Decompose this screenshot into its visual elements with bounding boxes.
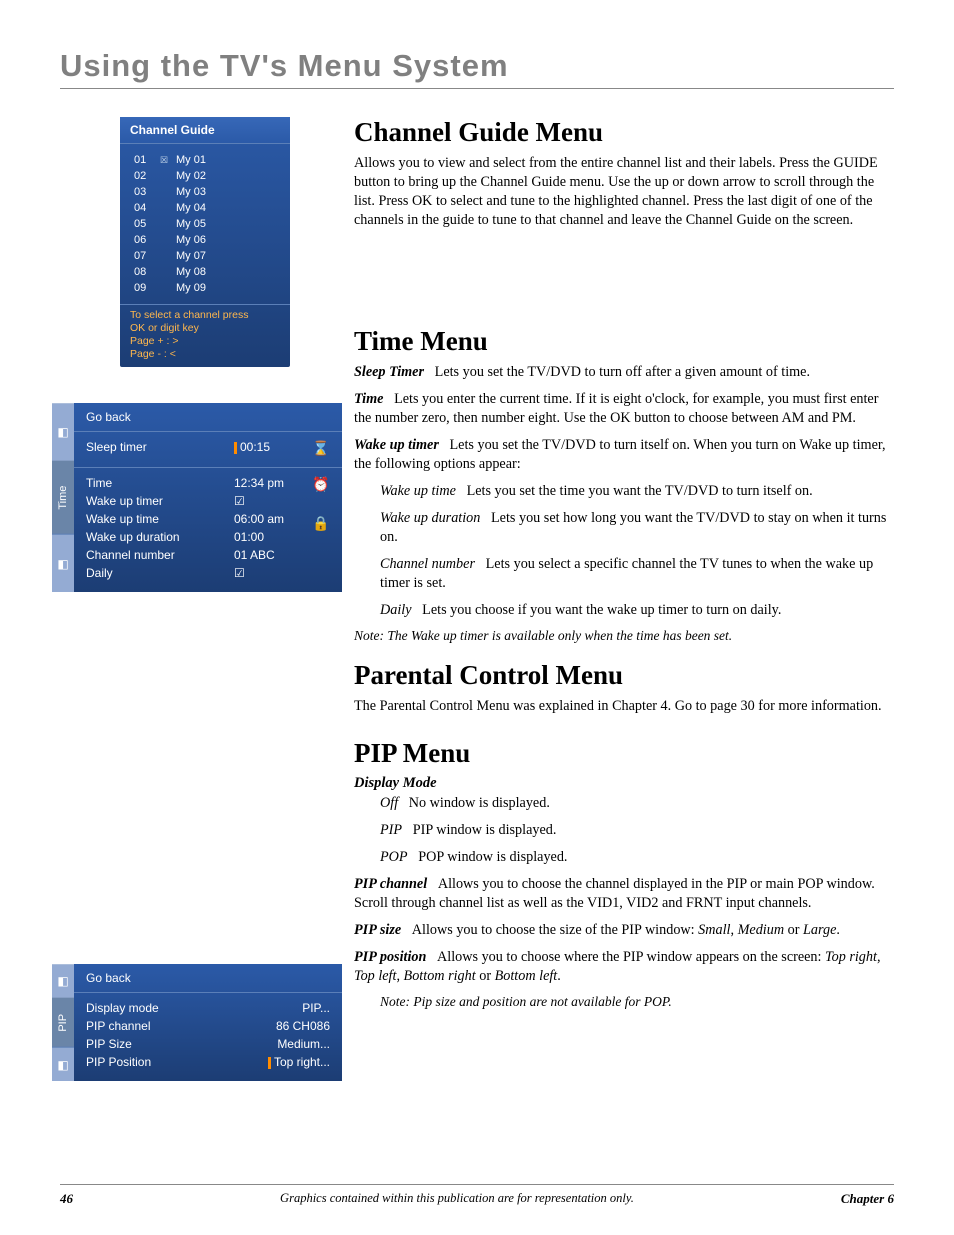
wudur-desc: Wake up duration Lets you set how long y…	[354, 509, 894, 547]
daily-desc: Daily Lets you choose if you want the wa…	[354, 601, 894, 620]
clock-icon: ⏰	[312, 476, 329, 493]
time-row-value: ☑	[234, 564, 302, 582]
go-back: Go back	[74, 403, 342, 432]
pipch-desc: PIP channel Allows you to choose the cha…	[354, 875, 894, 913]
time-row-value: ☑	[234, 492, 302, 510]
pippos-desc: PIP position Allows you to choose where …	[354, 948, 894, 986]
cg-title: Channel Guide	[120, 117, 290, 144]
cg-row: 09My 09	[120, 280, 290, 296]
cg-row: 08My 08	[120, 264, 290, 280]
time-row-label: Wake up time	[86, 510, 224, 528]
sleep-timer-label: Sleep timer	[86, 438, 224, 457]
pip-heading: PIP Menu	[354, 738, 894, 769]
page-footer: 46 Graphics contained within this public…	[60, 1184, 894, 1207]
tab-time: Time	[52, 461, 74, 535]
time-desc: Time Lets you enter the current time. If…	[354, 390, 894, 428]
pip-row-value: 86 CH086	[250, 1017, 330, 1035]
time-row-value: 12:34 pm	[234, 474, 302, 492]
tab-icon: ◧	[52, 1047, 74, 1081]
chapter-label: Chapter 6	[841, 1191, 894, 1207]
cg-row: 04My 04	[120, 200, 290, 216]
pip-note: Note: Pip size and position are not avai…	[354, 994, 894, 1010]
sleep-timer-value: 00:15	[234, 438, 302, 457]
time-row-label: Time	[86, 474, 224, 492]
channel-guide-heading: Channel Guide Menu	[354, 117, 894, 148]
time-row-value: 01 ABC	[234, 546, 302, 564]
time-row-label: Wake up timer	[86, 492, 224, 510]
cg-row: 02My 02	[120, 168, 290, 184]
cg-row: 07My 07	[120, 248, 290, 264]
time-menu-heading: Time Menu	[354, 326, 894, 357]
pip-row-label: PIP channel	[86, 1017, 240, 1035]
tab-icon: ◧	[52, 534, 74, 592]
cg-row: 05My 05	[120, 216, 290, 232]
cg-row: 01☒My 01	[120, 152, 290, 168]
wutime-desc: Wake up time Lets you set the time you w…	[354, 482, 894, 501]
parental-body: The Parental Control Menu was explained …	[354, 697, 894, 716]
tab-icon: ◧	[52, 964, 74, 998]
lock-icon: 🔒	[312, 515, 329, 532]
pip-row-label: Display mode	[86, 999, 240, 1017]
time-row-value: 01:00	[234, 528, 302, 546]
pop-desc: POP POP window is displayed.	[354, 848, 894, 867]
off-desc: Off No window is displayed.	[354, 794, 894, 813]
display-mode-label: Display Mode	[354, 775, 894, 792]
cg-row: 03My 03	[120, 184, 290, 200]
time-row-label: Daily	[86, 564, 224, 582]
divider	[60, 88, 894, 89]
pipsize-desc: PIP size Allows you to choose the size o…	[354, 921, 894, 940]
pip-row-label: PIP Size	[86, 1035, 240, 1053]
chapter-title: Using the TV's Menu System	[60, 48, 894, 84]
cg-hint: To select a channel press OK or digit ke…	[120, 304, 290, 367]
time-row-label: Channel number	[86, 546, 224, 564]
hourglass-icon: ⌛	[312, 440, 329, 457]
tab-pip: PIP	[52, 998, 74, 1048]
tab-icon: ◧	[52, 403, 74, 461]
time-row-label: Wake up duration	[86, 528, 224, 546]
pip-desc: PIP PIP window is displayed.	[354, 821, 894, 840]
wut-desc: Wake up timer Lets you set the TV/DVD to…	[354, 436, 894, 474]
time-menu-screenshot: ◧ Time ◧ Go back Sleep timer 00:15 ⌛ Tim…	[52, 403, 342, 592]
time-row-value: 06:00 am	[234, 510, 302, 528]
cg-row: 06My 06	[120, 232, 290, 248]
pip-row-value: Medium...	[250, 1035, 330, 1053]
parental-heading: Parental Control Menu	[354, 660, 894, 691]
pip-row-value: Top right...	[250, 1053, 330, 1071]
page-number: 46	[60, 1191, 73, 1207]
footer-caption: Graphics contained within this publicati…	[280, 1191, 634, 1207]
channel-guide-screenshot: Channel Guide 01☒My 0102My 0203My 0304My…	[120, 117, 290, 367]
pip-row-value: PIP...	[250, 999, 330, 1017]
sleep-timer-desc: Sleep Timer Lets you set the TV/DVD to t…	[354, 363, 894, 382]
time-note: Note: The Wake up timer is available onl…	[354, 628, 894, 644]
pip-row-label: PIP Position	[86, 1053, 240, 1071]
chn-desc: Channel number Lets you select a specifi…	[354, 555, 894, 593]
cg-body: Allows you to view and select from the e…	[354, 154, 894, 230]
pip-menu-screenshot: ◧ PIP ◧ Go back Display modePIP channelP…	[52, 964, 342, 1081]
go-back: Go back	[74, 964, 342, 993]
